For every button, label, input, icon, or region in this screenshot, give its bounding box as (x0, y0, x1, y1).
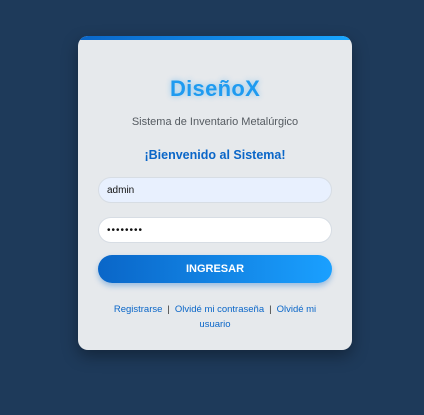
card-accent-bar (78, 36, 352, 40)
forgot-password-link[interactable]: Olvidé mi contraseña (175, 304, 264, 315)
password-input[interactable] (98, 217, 332, 243)
page-subtitle: Sistema de Inventario Metalúrgico (131, 116, 299, 128)
link-separator: | (269, 304, 272, 315)
welcome-heading: ¡Bienvenido al Sistema! (144, 148, 286, 162)
link-separator: | (167, 304, 170, 315)
login-card: DiseñoX Sistema de Inventario Metalúrgic… (78, 36, 352, 350)
login-button[interactable]: INGRESAR (98, 255, 332, 283)
brand-logo: DiseñoX (169, 76, 261, 101)
username-input[interactable] (98, 177, 332, 203)
account-links: Registrarse | Olvidé mi contraseña | Olvidé … (108, 302, 322, 332)
register-link[interactable]: Registrarse (114, 304, 163, 315)
